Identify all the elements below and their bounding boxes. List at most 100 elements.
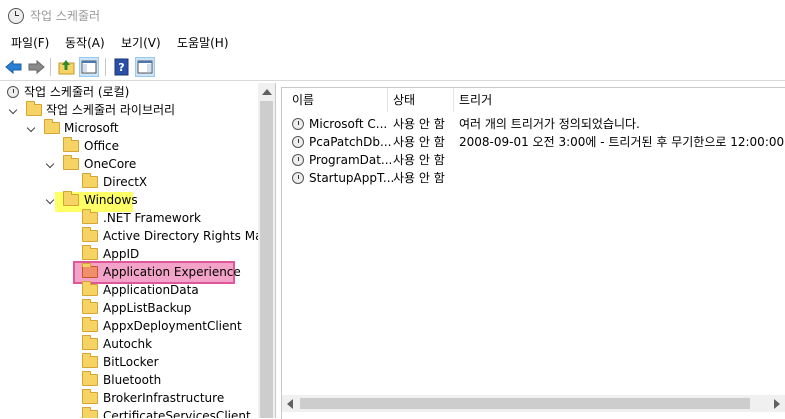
column-header-trigger[interactable]: 트리거 (459, 88, 492, 112)
tree-node-brokerinfrastructure[interactable]: BrokerInfrastructure (0, 389, 258, 407)
up-folder-icon[interactable] (57, 57, 77, 77)
task-status: 사용 안 함 (393, 117, 445, 131)
task-clock-icon (292, 172, 304, 184)
folder-icon (82, 389, 98, 404)
tree-node-active-directory-rights[interactable]: Active Directory Rights Mana (0, 227, 275, 245)
task-scheduler-clock-icon (8, 8, 24, 24)
column-header-name[interactable]: 이름 (292, 88, 314, 112)
tree-node-label: OneCore (84, 157, 137, 171)
scrollbar-thumb[interactable] (300, 398, 750, 409)
tree-node-label: AppxDeploymentClient (103, 319, 242, 333)
action-pane-toggle-icon[interactable] (135, 57, 155, 77)
tree-node-application-experience[interactable]: Application Experience (0, 263, 258, 281)
task-row[interactable]: ProgramDat... 사용 안 함 (282, 151, 785, 169)
tree-node-label: BitLocker (103, 355, 159, 369)
window-title: 작업 스케줄러 (30, 9, 101, 23)
tree-node-autochk[interactable]: Autochk (0, 335, 258, 353)
tree-node-label: Bluetooth (103, 373, 162, 387)
task-row[interactable]: PcaPatchDb... 사용 안 함 2008-09-01 오전 3:00에… (282, 133, 785, 151)
scroll-left-arrow-icon[interactable] (287, 399, 293, 409)
tree-node-label: 작업 스케줄러 라이브러리 (46, 103, 176, 117)
tree-node-windows[interactable]: Windows (0, 191, 258, 209)
folder-icon (82, 335, 98, 350)
chevron-down-icon[interactable] (26, 123, 36, 133)
chevron-down-icon[interactable] (45, 195, 55, 205)
tree-node-label: DirectX (103, 175, 148, 189)
task-list[interactable]: 이름 상태 트리거 Microsoft C... 사용 안 함 여러 개의 트리… (281, 87, 785, 419)
scroll-right-arrow-icon[interactable] (774, 399, 780, 409)
folder-icon (63, 155, 79, 170)
task-status: 사용 안 함 (393, 171, 445, 185)
folder-icon (82, 245, 98, 260)
menu-help[interactable]: 도움말(H) (177, 34, 229, 51)
folder-icon (44, 119, 60, 134)
tree-node-label: .NET Framework (103, 211, 201, 225)
menu-file[interactable]: 파일(F) (11, 34, 49, 51)
task-name: ProgramDat... (309, 153, 393, 167)
folder-icon (82, 173, 98, 188)
scrollbar-thumb[interactable] (260, 101, 273, 418)
task-list-horizontal-scrollbar[interactable] (282, 395, 785, 412)
task-name: Microsoft C... (309, 117, 388, 131)
column-header-status[interactable]: 상태 (393, 88, 415, 112)
folder-icon (82, 299, 98, 314)
task-status: 사용 안 함 (393, 153, 445, 167)
tree-node-appxdeploymentclient[interactable]: AppxDeploymentClient (0, 317, 258, 335)
tree-node-office[interactable]: Office (0, 137, 258, 155)
folder-clock-icon (26, 101, 42, 116)
tree-node-certificateservicesclient[interactable]: CertificateServicesClient (0, 407, 258, 418)
svg-text:?: ? (118, 61, 124, 74)
task-trigger: 2008-09-01 오전 3:00에 - 트리거된 후 무기한으로 12:00… (459, 135, 785, 149)
tree-vertical-scrollbar[interactable] (258, 83, 275, 418)
folder-icon (82, 317, 98, 332)
tree-node-dotnet-framework[interactable]: .NET Framework (0, 209, 258, 227)
tree-node-label: CertificateServicesClient (103, 409, 251, 418)
tree-node-root[interactable]: 작업 스케줄러 (로컬) (0, 83, 258, 101)
tree-node-directx[interactable]: DirectX (0, 173, 258, 191)
forward-arrow-icon[interactable] (26, 57, 46, 77)
chevron-down-icon[interactable] (45, 159, 55, 169)
task-name: StartupAppT... (309, 171, 395, 185)
tree-node-label: Office (84, 139, 120, 153)
tree-node-bluetooth[interactable]: Bluetooth (0, 371, 258, 389)
tree-node-label: 작업 스케줄러 (로컬) (24, 85, 130, 99)
tree-node-bitlocker[interactable]: BitLocker (0, 353, 258, 371)
column-divider[interactable] (453, 88, 454, 112)
task-row[interactable]: StartupAppT... 사용 안 함 (282, 169, 785, 187)
tree-node-label: ApplicationData (103, 283, 199, 297)
folder-icon (82, 263, 98, 278)
menu-action[interactable]: 동작(A) (65, 34, 105, 51)
toolbar: ? (0, 54, 785, 81)
tree-node-label: BrokerInfrastructure (103, 391, 225, 405)
task-row[interactable]: Microsoft C... 사용 안 함 여러 개의 트리거가 정의되었습니다… (282, 115, 785, 133)
toolbar-separator (50, 58, 51, 76)
tree-node-label: AppListBackup (103, 301, 192, 315)
console-tree-toggle-icon[interactable] (79, 57, 99, 77)
folder-icon (82, 281, 98, 296)
tree-node-applicationdata[interactable]: ApplicationData (0, 281, 258, 299)
folder-icon (63, 137, 79, 152)
task-trigger: 여러 개의 트리거가 정의되었습니다. (459, 117, 640, 131)
folder-icon (82, 371, 98, 386)
tree-node-label: Autochk (103, 337, 153, 351)
task-status: 사용 안 함 (393, 135, 445, 149)
tree-node-applistbackup[interactable]: AppListBackup (0, 299, 258, 317)
column-divider[interactable] (387, 88, 388, 112)
task-name: PcaPatchDb... (309, 135, 392, 149)
menu-view[interactable]: 보기(V) (121, 34, 161, 51)
tree-node-onecore[interactable]: OneCore (0, 155, 258, 173)
back-arrow-icon[interactable] (4, 57, 24, 77)
task-clock-icon (292, 118, 304, 130)
scroll-up-arrow-icon[interactable] (262, 89, 272, 95)
tree-node-library[interactable]: 작업 스케줄러 라이브러리 (0, 101, 258, 119)
tree-node-label: Windows (84, 193, 138, 207)
folder-icon (63, 191, 79, 206)
tree-node-microsoft[interactable]: Microsoft (0, 119, 258, 137)
console-tree[interactable]: 작업 스케줄러 (로컬) 작업 스케줄러 라이브러리 Microsoft Off… (0, 83, 276, 418)
chevron-down-icon[interactable] (8, 105, 18, 115)
tree-node-label: Active Directory Rights Mana (103, 229, 276, 243)
tree-node-label: Microsoft (64, 121, 119, 135)
help-icon[interactable]: ? (112, 57, 132, 77)
task-clock-icon (292, 136, 304, 148)
folder-icon (82, 227, 98, 242)
